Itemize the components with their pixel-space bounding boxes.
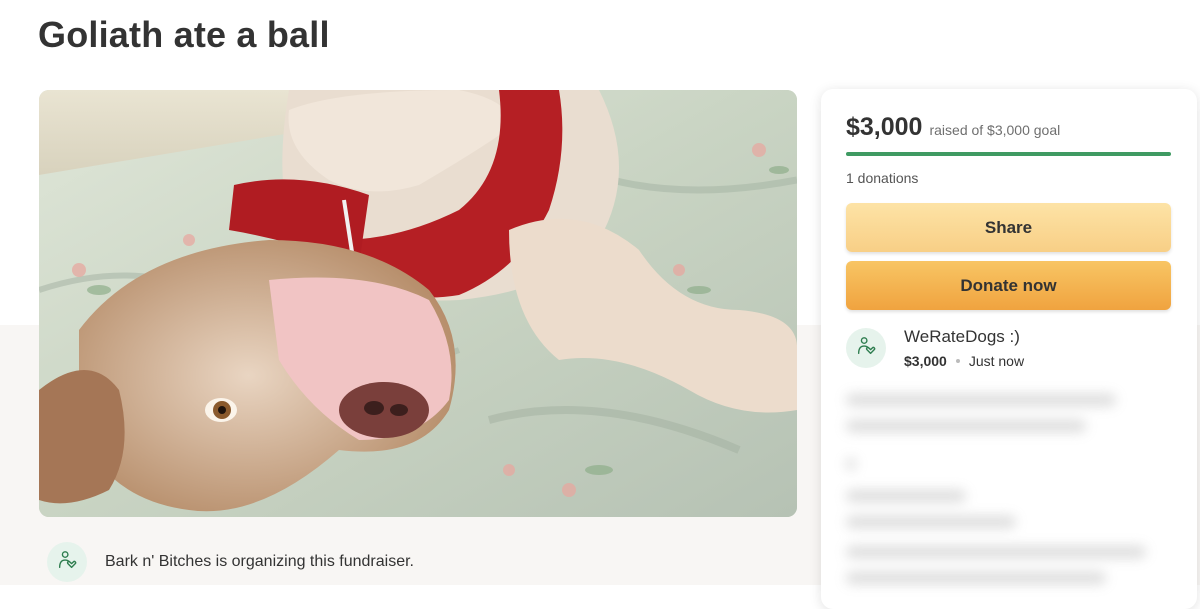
goal-text: raised of $3,000 goal [929,122,1061,138]
organizer-text: Bark n' Bitches is organizing this fundr… [105,553,414,570]
progress-bar [846,152,1171,156]
amount-raised: $3,000 [846,113,923,141]
hero-image [39,90,797,517]
donations-count: 1 donations [846,170,919,186]
donation-time: Just now [968,353,1025,369]
page-title: Goliath ate a ball [38,14,330,55]
hand-heart-icon [855,335,877,362]
blurred-donation-list [846,394,1176,598]
organizer-row: Bark n' Bitches is organizing this fundr… [47,541,414,583]
donate-now-button[interactable]: Donate now [846,261,1171,310]
amount-row: $3,000 raised of $3,000 goal [846,113,1060,142]
donor-avatar [846,328,886,368]
separator-dot [955,359,960,363]
recent-donation: WeRateDogs :) $3,000 Just now [846,327,1024,369]
share-button[interactable]: Share [846,203,1171,252]
donor-name: WeRateDogs :) [904,327,1020,346]
donation-card: $3,000 raised of $3,000 goal 1 donations… [821,89,1197,609]
donor-amount: $3,000 [904,353,947,369]
progress-bar-fill [846,152,1171,156]
hand-heart-icon [56,549,78,576]
organizer-avatar [47,542,87,582]
